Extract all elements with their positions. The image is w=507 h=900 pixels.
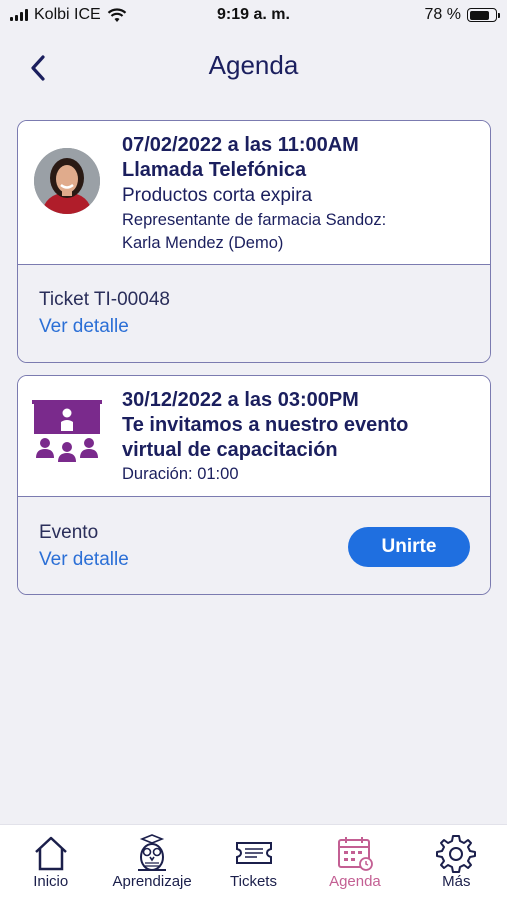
event-date: 07/02/2022 a las 11:00AM xyxy=(122,134,359,156)
page-title: Agenda xyxy=(208,50,299,80)
event-title: Llamada Telefónica xyxy=(122,159,307,181)
tab-label: Tickets xyxy=(230,873,277,890)
calendar-icon xyxy=(337,837,373,871)
card-header: 30/12/2022 a las 03:00PM Te invitamos a … xyxy=(18,376,490,497)
card-header: 07/02/2022 a las 11:00AM Llamada Telefón… xyxy=(18,121,490,265)
gear-icon xyxy=(436,835,477,873)
view-detail-link[interactable]: Ver detalle xyxy=(39,316,129,338)
tab-aprendizaje[interactable]: Aprendizaje xyxy=(101,825,202,900)
tab-label: Agenda xyxy=(329,873,381,890)
owl-icon xyxy=(138,834,167,871)
event-title-line-1: Te invitamos a nuestro evento xyxy=(122,414,409,436)
battery-icon xyxy=(467,8,500,22)
join-button[interactable]: Unirte xyxy=(348,527,470,567)
tab-mas[interactable]: Más xyxy=(406,825,507,900)
ticket-icon xyxy=(235,842,272,864)
view-detail-link[interactable]: Ver detalle xyxy=(39,549,129,571)
event-subtitle: Productos corta expira xyxy=(122,185,313,206)
home-icon xyxy=(34,836,67,871)
presentation-icon xyxy=(32,400,102,462)
card-footer: Ticket TI-00048 Ver detalle xyxy=(18,265,490,362)
tab-bar: Inicio Aprendizaje Tickets Agenda Más xyxy=(0,824,507,900)
tab-agenda[interactable]: Agenda xyxy=(304,825,405,900)
battery-group: 78 % xyxy=(424,6,500,24)
agenda-card-event[interactable]: 30/12/2022 a las 03:00PM Te invitamos a … xyxy=(17,375,491,595)
event-duration: Duración: 01:00 xyxy=(122,465,239,483)
event-detail: Representante de farmacia Sandoz: xyxy=(122,211,387,229)
ticket-label: Ticket TI-00048 xyxy=(39,289,170,310)
agenda-card-call[interactable]: 07/02/2022 a las 11:00AM Llamada Telefón… xyxy=(17,120,491,363)
tab-tickets[interactable]: Tickets xyxy=(203,825,304,900)
card-info: 07/02/2022 a las 11:00AM Llamada Telefón… xyxy=(122,133,480,255)
card-info: 30/12/2022 a las 03:00PM Te invitamos a … xyxy=(122,388,480,486)
tab-label: Aprendizaje xyxy=(112,873,192,890)
event-title-line-2: virtual de capacitación xyxy=(122,439,338,461)
status-bar: Kolbi ICE 9:19 a. m. 78 % xyxy=(0,0,507,32)
tab-inicio[interactable]: Inicio xyxy=(0,825,101,900)
event-type-label: Evento xyxy=(39,522,99,543)
tab-label: Más xyxy=(442,873,471,890)
battery-percent: 78 % xyxy=(424,6,461,23)
event-date: 30/12/2022 a las 03:00PM xyxy=(122,389,359,411)
tab-label: Inicio xyxy=(33,873,69,890)
card-footer: Evento Ver detalle Unirte xyxy=(18,497,490,594)
event-detail-2: Karla Mendez (Demo) xyxy=(122,234,284,252)
nav-header: Agenda xyxy=(0,40,507,92)
contact-avatar xyxy=(34,148,100,214)
